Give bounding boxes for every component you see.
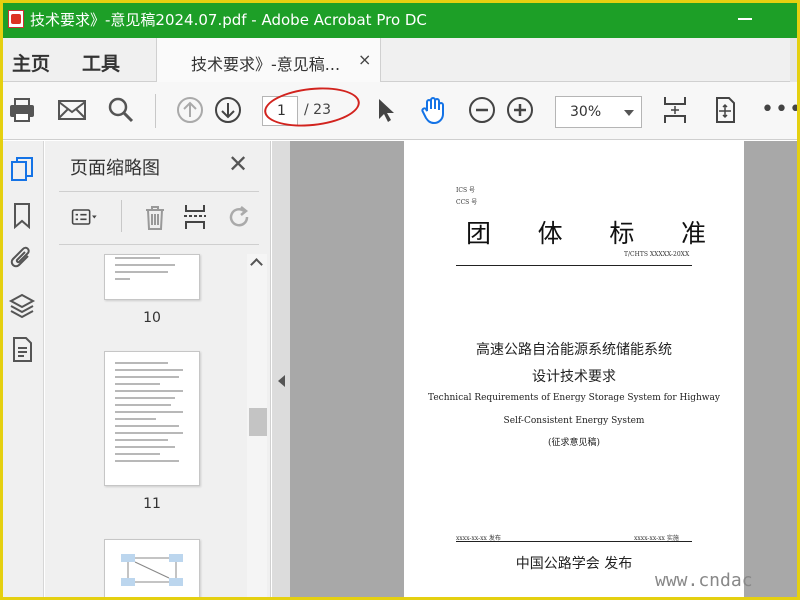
tab-scroll-button[interactable] [790, 38, 800, 82]
heading-char: 标 [609, 219, 635, 248]
thumbnail-text-lines [115, 257, 190, 285]
tab-tools[interactable]: 工具 [82, 49, 120, 76]
rotate-page-icon[interactable] [710, 95, 740, 125]
thumbnail-panel: 页面缩略图 ✕ 10 11 [45, 141, 271, 600]
page-thumbnail[interactable] [104, 351, 200, 486]
layers-icon[interactable] [8, 291, 36, 319]
scroll-up-arrow[interactable] [250, 258, 263, 271]
document-tab-label: 技术要求》-意见稿... [191, 55, 341, 74]
page-down-icon[interactable] [213, 95, 243, 125]
zoom-select[interactable]: 30% [555, 96, 642, 128]
pages-icon[interactable] [8, 155, 36, 183]
heading-char: 团 [466, 219, 492, 248]
heading-char: 体 [537, 219, 563, 248]
more-icon[interactable]: ••• [761, 97, 800, 122]
tab-home[interactable]: 主页 [12, 49, 50, 76]
thumbnail-options-icon[interactable] [71, 203, 99, 231]
thumbnail-label: 11 [143, 496, 161, 512]
panel-toolbar [59, 192, 259, 244]
attachment-icon[interactable] [8, 245, 36, 273]
ics-label: ICS 号 [456, 187, 475, 194]
window-title: 技术要求》-意见稿2024.07.pdf - Adobe Acrobat Pro… [30, 11, 427, 29]
tab-document[interactable]: 技术要求》-意见稿... × [156, 38, 381, 82]
acrobat-pdf-icon [8, 10, 24, 28]
toolbar-divider [155, 94, 156, 128]
panel-divider [59, 244, 259, 245]
watermark-text: www.cndac [655, 570, 753, 591]
print-icon[interactable] [7, 95, 37, 125]
thumbnail-text-lines [115, 362, 190, 467]
page-thumbnail[interactable] [104, 539, 200, 600]
fit-page-icon[interactable] [660, 95, 690, 125]
standard-heading: 团 体 标 准 [466, 214, 706, 250]
rotate-icon[interactable] [225, 203, 253, 231]
footer-rule [456, 541, 692, 542]
thumbnail-label: 10 [143, 310, 161, 326]
document-view[interactable]: ICS 号 CCS 号 团 体 标 准 T/CHTS XXXXX-20XX 高速… [272, 141, 800, 600]
panel-title: 页面缩略图 [70, 158, 160, 179]
title-en-line1: Technical Requirements of Energy Storage… [428, 393, 720, 403]
tab-bar: 主页 工具 技术要求》-意见稿... × [0, 38, 800, 82]
zoom-out-icon[interactable] [467, 95, 497, 125]
title-bar: 技术要求》-意见稿2024.07.pdf - Adobe Acrobat Pro… [0, 0, 800, 38]
toolbar: 1 / 23 30% ••• [0, 82, 800, 140]
panel-tool-divider [121, 200, 122, 232]
bookmark-icon[interactable] [8, 201, 36, 230]
trash-icon[interactable] [141, 203, 169, 231]
zoom-in-icon[interactable] [505, 95, 535, 125]
standard-number: T/CHTS XXXXX-20XX [624, 251, 690, 258]
zoom-value: 30% [570, 104, 602, 120]
left-icon-rail [0, 141, 44, 600]
close-panel-button[interactable]: ✕ [228, 150, 248, 178]
title-zh-line2: 设计技术要求 [532, 369, 616, 385]
heading-char: 准 [680, 219, 706, 248]
draft-status: (征求意见稿) [547, 438, 601, 448]
page-thumbnail[interactable] [104, 254, 200, 300]
content-icon[interactable] [8, 335, 36, 363]
page-up-icon[interactable] [175, 95, 205, 125]
email-icon[interactable] [57, 95, 87, 125]
select-cursor-icon[interactable] [371, 95, 401, 125]
collapse-arrow-icon [278, 375, 285, 387]
hand-icon[interactable] [418, 95, 448, 125]
scrollbar-thumb[interactable] [249, 408, 267, 436]
ccs-label: CCS 号 [456, 199, 478, 206]
minimize-button[interactable] [738, 18, 752, 20]
thumbnail-diagram [121, 554, 183, 586]
panel-collapse-handle[interactable] [272, 141, 290, 600]
pdf-page: ICS 号 CCS 号 团 体 标 准 T/CHTS XXXXX-20XX 高速… [404, 141, 744, 600]
title-en-line2: Self-Consistent Energy System [503, 416, 645, 426]
insert-page-icon[interactable] [181, 203, 209, 231]
close-tab-button[interactable]: × [358, 50, 371, 69]
thumbnail-scrollbar[interactable] [247, 254, 267, 600]
chevron-down-icon [624, 110, 634, 116]
title-zh-line1: 高速公路自洽能源系统储能系统 [476, 342, 672, 358]
header-rule [456, 265, 692, 266]
search-icon[interactable] [106, 95, 136, 125]
